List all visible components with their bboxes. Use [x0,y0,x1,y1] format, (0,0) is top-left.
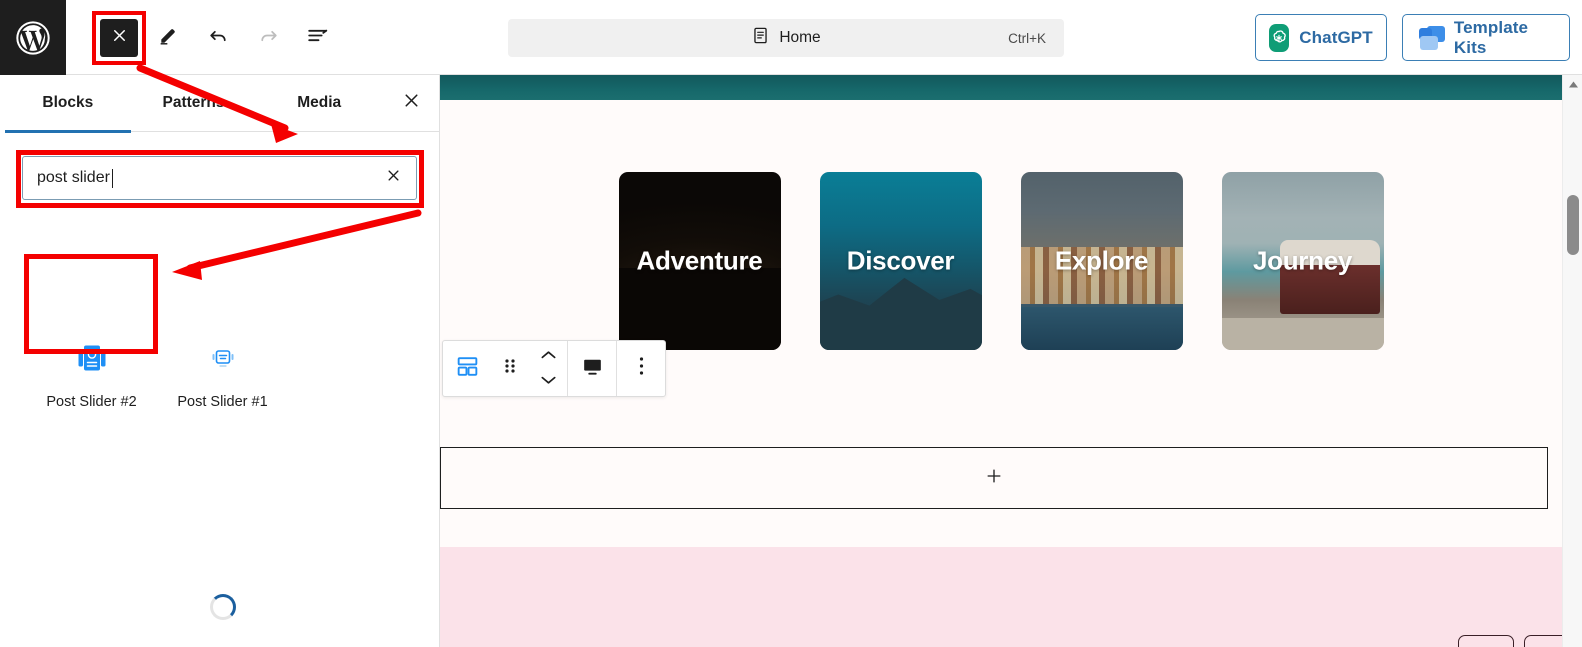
align-display-icon [580,354,605,384]
close-inserter-button[interactable] [100,19,138,57]
change-block-type-icon [455,354,480,384]
block-inserter-panel: Blocks Patterns Media post slider Post S… [0,75,440,647]
tab-media[interactable]: Media [256,75,382,132]
canvas-content: Adventure Discover Explore Journey [440,75,1582,647]
post-slider-1-icon [206,336,240,380]
editor-top-toolbar: Home Ctrl+K ChatGPT Template Kits [0,0,1582,75]
slider-card-journey[interactable]: Journey [1221,172,1384,350]
close-inserter-panel-button[interactable] [382,75,440,132]
card-silhouette [618,268,781,350]
tab-blocks-label: Blocks [42,94,94,111]
undo-button[interactable] [199,19,237,57]
tab-patterns[interactable]: Patterns [131,75,257,132]
command-bar[interactable]: Home Ctrl+K [508,19,1064,57]
block-results-grid: Post Slider #2 Post Slider #1 [26,330,421,411]
canvas-scrollbar[interactable] [1562,75,1582,647]
loading-spinner-icon [210,594,236,620]
close-x-icon [401,90,422,116]
align-display-button[interactable] [568,341,616,396]
wordpress-logo-icon [13,18,53,58]
editor-canvas: Adventure Discover Explore Journey [440,75,1582,647]
slider-card-discover[interactable]: Discover [819,172,982,350]
command-bar-center: Home [508,26,1064,50]
footer-button-left[interactable] [1458,635,1514,647]
redo-arrow-icon [256,23,281,53]
block-search-field[interactable]: post slider [22,156,417,200]
command-bar-shortcut: Ctrl+K [1008,30,1046,46]
move-down-icon[interactable] [540,372,557,390]
slider-card-title: Journey [1252,245,1353,276]
template-kits-button[interactable]: Template Kits [1402,14,1570,61]
post-slider-2-icon [75,336,109,380]
block-toolbar-group-more [617,341,665,396]
more-options-icon [638,355,645,382]
inserter-tab-list: Blocks Patterns Media [5,75,440,133]
command-bar-title: Home [779,29,821,46]
wordpress-block-editor: Home Ctrl+K ChatGPT Template Kits Blocks… [0,0,1582,647]
block-appender[interactable] [440,447,1548,509]
card-sand [1221,317,1384,350]
move-block-updown-buttons[interactable] [529,341,567,396]
tab-blocks[interactable]: Blocks [5,75,131,133]
card-water [1020,307,1183,350]
chatgpt-button-label: ChatGPT [1299,27,1373,47]
slider-card-title: Adventure [636,245,763,276]
block-search-field-wrapper: post slider [22,156,417,200]
slider-card-adventure[interactable]: Adventure [618,172,781,350]
block-search-value: post slider [37,169,110,186]
pencil-icon [157,24,180,52]
redo-button[interactable] [249,19,287,57]
block-toolbar-group-primary [443,341,568,396]
chatgpt-button[interactable]: ChatGPT [1255,14,1387,61]
plus-icon [984,466,1004,491]
canvas-scrollbar-thumb[interactable] [1567,195,1579,255]
undo-arrow-icon [206,23,231,53]
hero-band [440,75,1562,100]
wordpress-logo-button[interactable] [0,0,66,75]
post-slider-2-result[interactable]: Post Slider #2 [26,330,157,411]
scroll-up-arrow-icon [1568,76,1579,94]
block-toolbar [442,340,666,397]
drag-handle-button[interactable] [491,341,529,396]
clear-x-icon [384,166,403,190]
block-toolbar-group-display [568,341,617,396]
slider-card-title: Discover [846,245,955,276]
chatgpt-logo-icon [1269,23,1290,52]
post-slider-2-label: Post Slider #2 [46,394,137,410]
clear-search-button[interactable] [380,165,406,191]
change-block-type-button[interactable] [443,341,491,396]
list-view-button[interactable] [298,19,336,57]
post-slider-1-result[interactable]: Post Slider #1 [157,330,288,411]
slider-card-explore[interactable]: Explore [1020,172,1183,350]
template-kits-button-label: Template Kits [1453,17,1529,57]
scroll-up-arrow-button[interactable] [1563,75,1582,95]
post-slider-cards-row: Adventure Discover Explore Journey [440,172,1562,350]
template-kits-logo-icon [1419,25,1445,50]
move-up-icon[interactable] [540,348,557,366]
slider-card-title: Explore [1054,245,1149,276]
more-options-button[interactable] [617,341,665,396]
post-slider-1-label: Post Slider #1 [177,394,268,410]
page-document-icon [751,26,770,50]
drag-handle-icon [502,356,518,381]
text-caret [111,168,113,188]
tab-media-label: Media [297,94,342,111]
tab-patterns-label: Patterns [162,94,225,111]
footer-band [440,547,1582,647]
close-x-icon [110,26,129,50]
edit-tool-button[interactable] [149,19,187,57]
list-view-icon [305,23,330,53]
